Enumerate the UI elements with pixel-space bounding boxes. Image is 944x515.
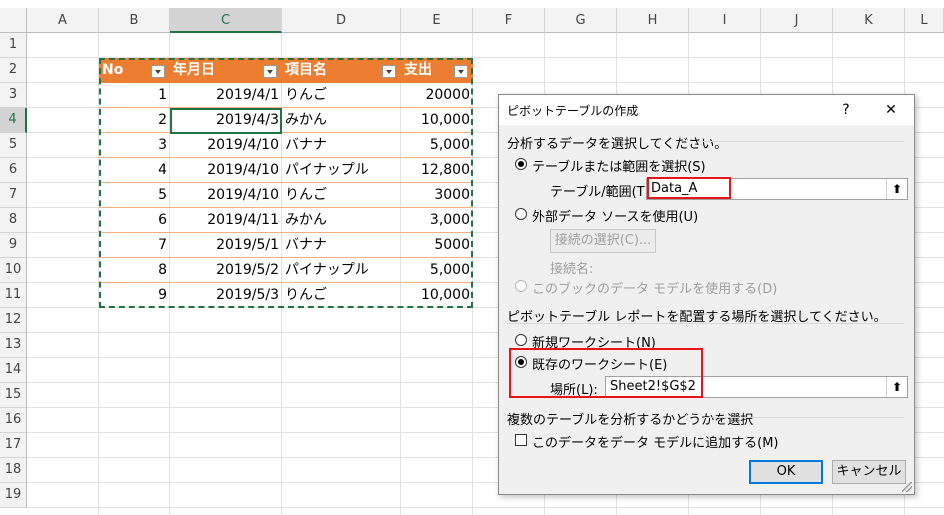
row-header-4[interactable]: 4: [0, 108, 27, 133]
ok-button[interactable]: OK: [749, 460, 823, 484]
select-all-corner[interactable]: [0, 8, 27, 33]
row-header-14[interactable]: 14: [0, 358, 27, 383]
row-header-11[interactable]: 11: [0, 283, 27, 308]
resize-grip-icon[interactable]: [902, 482, 912, 492]
add-to-data-model-checkbox[interactable]: [515, 434, 527, 446]
add-to-data-model-label[interactable]: このデータをデータ モデルに追加する(M): [532, 432, 779, 451]
radio-new-sheet[interactable]: [515, 334, 527, 346]
row-header-18[interactable]: 18: [0, 458, 27, 483]
row-header-9[interactable]: 9: [0, 233, 27, 258]
row-header-19[interactable]: 19: [0, 483, 27, 508]
dialog-title: ピボットテーブルの作成: [507, 104, 639, 118]
column-header-C[interactable]: C: [170, 8, 282, 33]
row-header-15[interactable]: 15: [0, 383, 27, 408]
column-header-I[interactable]: I: [689, 8, 761, 33]
collapse-dialog-icon[interactable]: ⬆: [886, 179, 907, 199]
row-header-10[interactable]: 10: [0, 258, 27, 283]
column-header-K[interactable]: K: [833, 8, 905, 33]
copy-marquee: [99, 58, 473, 308]
column-header-J[interactable]: J: [761, 8, 833, 33]
row-header-8[interactable]: 8: [0, 208, 27, 233]
column-header-B[interactable]: B: [99, 8, 170, 33]
grid-line: [27, 507, 944, 508]
row-header-3[interactable]: 3: [0, 83, 27, 108]
create-pivottable-dialog: ピボットテーブルの作成 ? ✕ 分析するデータを選択してください。 テーブルまた…: [498, 94, 915, 495]
help-button[interactable]: ?: [828, 95, 864, 125]
column-header-H[interactable]: H: [617, 8, 689, 33]
row-header-13[interactable]: 13: [0, 333, 27, 358]
radio-table-range[interactable]: [515, 158, 527, 170]
column-header-D[interactable]: D: [282, 8, 401, 33]
radio-table-range-label[interactable]: テーブルまたは範囲を選択(S): [532, 156, 706, 175]
choose-connection-button[interactable]: 接続の選択(C)...: [550, 229, 656, 253]
row-header-16[interactable]: 16: [0, 408, 27, 433]
row-header-2[interactable]: 2: [0, 58, 27, 83]
radio-data-model[interactable]: [515, 280, 527, 292]
connection-name-label: 接続名:: [550, 262, 594, 277]
section-multiple-tables: 複数のテーブルを分析するかどうかを選択: [507, 413, 754, 428]
row-header-5[interactable]: 5: [0, 133, 27, 158]
section-select-data: 分析するデータを選択してください。: [507, 137, 728, 152]
close-icon[interactable]: ✕: [873, 95, 909, 125]
column-header-F[interactable]: F: [473, 8, 545, 33]
row-header-7[interactable]: 7: [0, 183, 27, 208]
column-header-L[interactable]: L: [905, 8, 944, 33]
column-header-A[interactable]: A: [27, 8, 99, 33]
radio-data-model-label[interactable]: このブックのデータ モデルを使用する(D): [532, 278, 777, 297]
highlight-range: [647, 177, 731, 199]
collapse-dialog-icon[interactable]: ⬆: [886, 377, 907, 397]
column-header-G[interactable]: G: [545, 8, 617, 33]
highlight-existing-sheet: [509, 348, 703, 398]
row-header-6[interactable]: 6: [0, 158, 27, 183]
row-header-12[interactable]: 12: [0, 308, 27, 333]
dialog-titlebar[interactable]: ピボットテーブルの作成 ? ✕: [499, 95, 914, 125]
radio-external-label[interactable]: 外部データ ソースを使用(U): [532, 206, 698, 225]
column-header-E[interactable]: E: [401, 8, 473, 33]
radio-external[interactable]: [515, 208, 527, 220]
row-header-1[interactable]: 1: [0, 33, 27, 58]
active-cell[interactable]: [170, 108, 282, 134]
row-header-17[interactable]: 17: [0, 433, 27, 458]
range-label: テーブル/範囲(T):: [550, 185, 655, 200]
cancel-button[interactable]: キャンセル: [832, 460, 906, 484]
